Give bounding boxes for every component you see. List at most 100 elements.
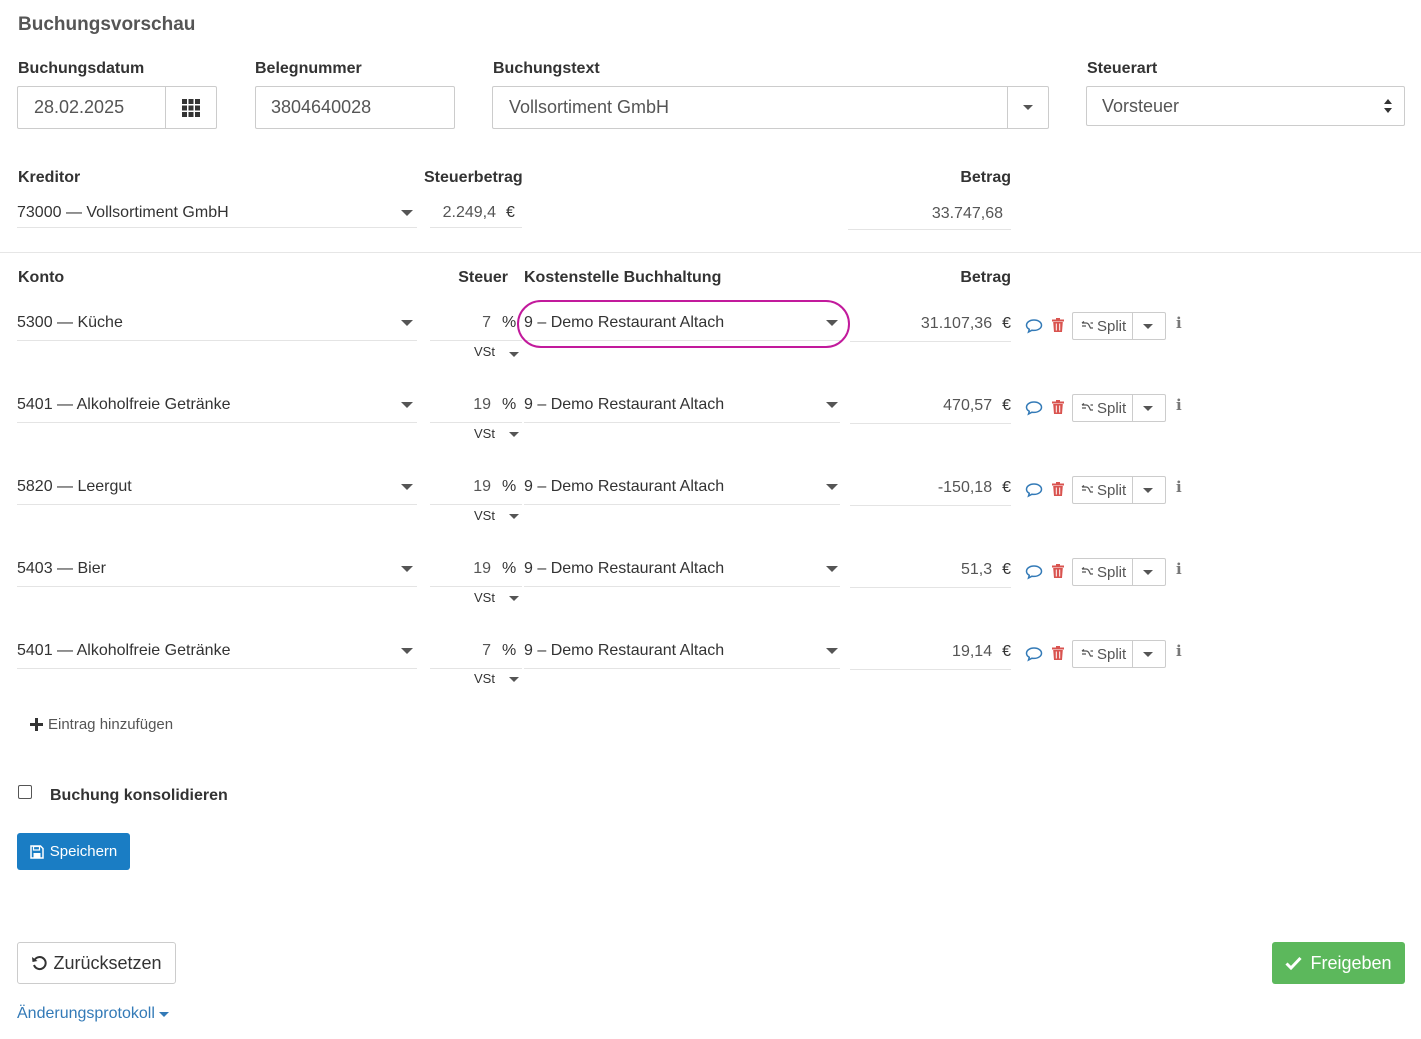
split-icon bbox=[1081, 403, 1093, 411]
split-label: Split bbox=[1097, 399, 1127, 417]
row-betrag-input[interactable]: 470,57 bbox=[850, 397, 992, 415]
konto-select[interactable]: 5820 — Leergut bbox=[17, 470, 417, 505]
chevron-down-icon bbox=[826, 648, 838, 654]
steuerart-label: Steuerart bbox=[1087, 60, 1158, 77]
vst-dropdown-icon[interactable] bbox=[509, 596, 519, 601]
split-button[interactable]: Split bbox=[1073, 395, 1134, 421]
split-dropdown-button[interactable] bbox=[1133, 477, 1163, 503]
comment-icon[interactable] bbox=[1025, 564, 1043, 580]
steuer-rate-input[interactable]: 7 bbox=[430, 314, 491, 332]
release-button[interactable]: Freigeben bbox=[1272, 942, 1405, 984]
consolidate-checkbox[interactable] bbox=[18, 785, 32, 799]
percent-label: % bbox=[502, 642, 517, 659]
vst-dropdown-icon[interactable] bbox=[509, 352, 519, 357]
kostenstelle-select[interactable]: 9 – Demo Restaurant Altach bbox=[524, 388, 840, 423]
steuer-rate-input[interactable]: 7 bbox=[430, 642, 491, 660]
steuer-field: 7 % bbox=[430, 306, 522, 341]
kostenstelle-select[interactable]: 9 – Demo Restaurant Altach bbox=[524, 634, 840, 669]
belegnummer-input[interactable]: 3804640028 bbox=[255, 86, 455, 129]
chevron-down-icon bbox=[1023, 105, 1033, 110]
buchungstext-input[interactable]: Vollsortiment GmbH bbox=[493, 97, 1007, 118]
kreditor-select[interactable]: 73000 — Vollsortiment GmbH bbox=[17, 198, 417, 228]
split-dropdown-button[interactable] bbox=[1133, 395, 1163, 421]
info-icon[interactable]: i bbox=[1176, 642, 1182, 660]
date-input[interactable]: 28.02.2025 bbox=[18, 97, 165, 118]
steuer-field: 19 % bbox=[430, 388, 522, 423]
steuerbetrag-input[interactable]: 2.249,4 bbox=[430, 204, 496, 222]
kostenstelle-value: 9 – Demo Restaurant Altach bbox=[524, 642, 725, 659]
chevron-down-icon bbox=[401, 209, 413, 216]
chevron-down-icon bbox=[401, 484, 413, 490]
comment-icon[interactable] bbox=[1025, 318, 1043, 334]
split-label: Split bbox=[1097, 563, 1127, 581]
konto-select[interactable]: 5300 — Küche bbox=[17, 306, 417, 341]
steuer-rate-input[interactable]: 19 bbox=[430, 560, 491, 578]
row-betrag-input[interactable]: 51,3 bbox=[850, 561, 992, 579]
konto-value: 5300 — Küche bbox=[17, 314, 123, 331]
trash-icon[interactable] bbox=[1052, 646, 1064, 660]
steuer-rate-input[interactable]: 19 bbox=[430, 396, 491, 414]
konto-select[interactable]: 5401 — Alkoholfreie Getränke bbox=[17, 388, 417, 423]
konto-select[interactable]: 5401 — Alkoholfreie Getränke bbox=[17, 634, 417, 669]
steuer-field: 7 % bbox=[430, 634, 522, 669]
info-icon[interactable]: i bbox=[1176, 560, 1182, 578]
trash-icon[interactable] bbox=[1052, 318, 1064, 332]
kostenstelle-select[interactable]: 9 – Demo Restaurant Altach bbox=[524, 552, 840, 587]
reset-button[interactable]: Zurücksetzen bbox=[17, 942, 176, 984]
chevron-down-icon bbox=[401, 402, 413, 408]
trash-icon[interactable] bbox=[1052, 482, 1064, 496]
changelog-link[interactable]: Änderungsprotokoll bbox=[17, 1005, 169, 1023]
split-dropdown-button[interactable] bbox=[1133, 641, 1163, 667]
konto-select[interactable]: 5403 — Bier bbox=[17, 552, 417, 587]
chevron-down-icon bbox=[1143, 405, 1154, 411]
split-button[interactable]: Split bbox=[1073, 313, 1134, 339]
col-header-konto: Konto bbox=[18, 269, 65, 286]
split-button[interactable]: Split bbox=[1073, 559, 1134, 585]
steuerbetrag-label: Steuerbetrag bbox=[424, 169, 523, 186]
add-entry-button[interactable]: Eintrag hinzufügen bbox=[30, 716, 173, 733]
split-button[interactable]: Split bbox=[1073, 477, 1134, 503]
steuerart-value: Vorsteuer bbox=[1102, 95, 1180, 116]
row-betrag-input[interactable]: 19,14 bbox=[850, 643, 992, 661]
comment-icon[interactable] bbox=[1025, 400, 1043, 416]
save-button[interactable]: Speichern bbox=[17, 833, 130, 870]
row-betrag-input[interactable]: 31.107,36 bbox=[850, 315, 992, 333]
comment-icon[interactable] bbox=[1025, 646, 1043, 662]
currency-label: € bbox=[1002, 314, 1011, 332]
trash-icon[interactable] bbox=[1052, 564, 1064, 578]
currency-label: € bbox=[1002, 478, 1011, 496]
info-icon[interactable]: i bbox=[1176, 396, 1182, 414]
percent-label: % bbox=[502, 478, 517, 495]
split-dropdown-button[interactable] bbox=[1133, 559, 1163, 585]
steuer-field: 19 % bbox=[430, 470, 522, 505]
calendar-button[interactable] bbox=[165, 87, 216, 128]
reset-label: Zurücksetzen bbox=[53, 952, 162, 973]
vst-label: VSt bbox=[474, 426, 495, 441]
consolidate-label: Buchung konsolidieren bbox=[50, 787, 228, 804]
buchungstext-dropdown-button[interactable] bbox=[1007, 87, 1048, 128]
kostenstelle-value: 9 – Demo Restaurant Altach bbox=[524, 478, 725, 495]
info-icon[interactable]: i bbox=[1176, 314, 1182, 332]
kostenstelle-value: 9 – Demo Restaurant Altach bbox=[524, 560, 725, 577]
steuerart-select[interactable]: Vorsteuer bbox=[1086, 86, 1405, 126]
trash-icon[interactable] bbox=[1052, 400, 1064, 414]
comment-icon[interactable] bbox=[1025, 482, 1043, 498]
betrag-input[interactable]: 33.747,68 bbox=[848, 198, 1011, 230]
split-dropdown-button[interactable] bbox=[1133, 313, 1163, 339]
highlight-annotation bbox=[517, 300, 850, 348]
currency-label: € bbox=[1002, 560, 1011, 578]
row-betrag-input[interactable]: -150,18 bbox=[850, 479, 992, 497]
buchungsdatum-label: Buchungsdatum bbox=[18, 60, 145, 77]
steuer-rate-input[interactable]: 19 bbox=[430, 478, 491, 496]
split-button-group: Split bbox=[1072, 476, 1166, 504]
kostenstelle-select[interactable]: 9 – Demo Restaurant Altach bbox=[524, 470, 840, 505]
sort-updown-icon bbox=[1384, 99, 1392, 113]
split-button-group: Split bbox=[1072, 640, 1166, 668]
vst-dropdown-icon[interactable] bbox=[509, 432, 519, 437]
info-icon[interactable]: i bbox=[1176, 478, 1182, 496]
vst-dropdown-icon[interactable] bbox=[509, 677, 519, 682]
split-button[interactable]: Split bbox=[1073, 641, 1134, 667]
vst-dropdown-icon[interactable] bbox=[509, 514, 519, 519]
table-row: 5401 — Alkoholfreie Getränke 19 % VSt 9 … bbox=[0, 388, 1421, 448]
chevron-down-icon bbox=[1143, 323, 1154, 329]
